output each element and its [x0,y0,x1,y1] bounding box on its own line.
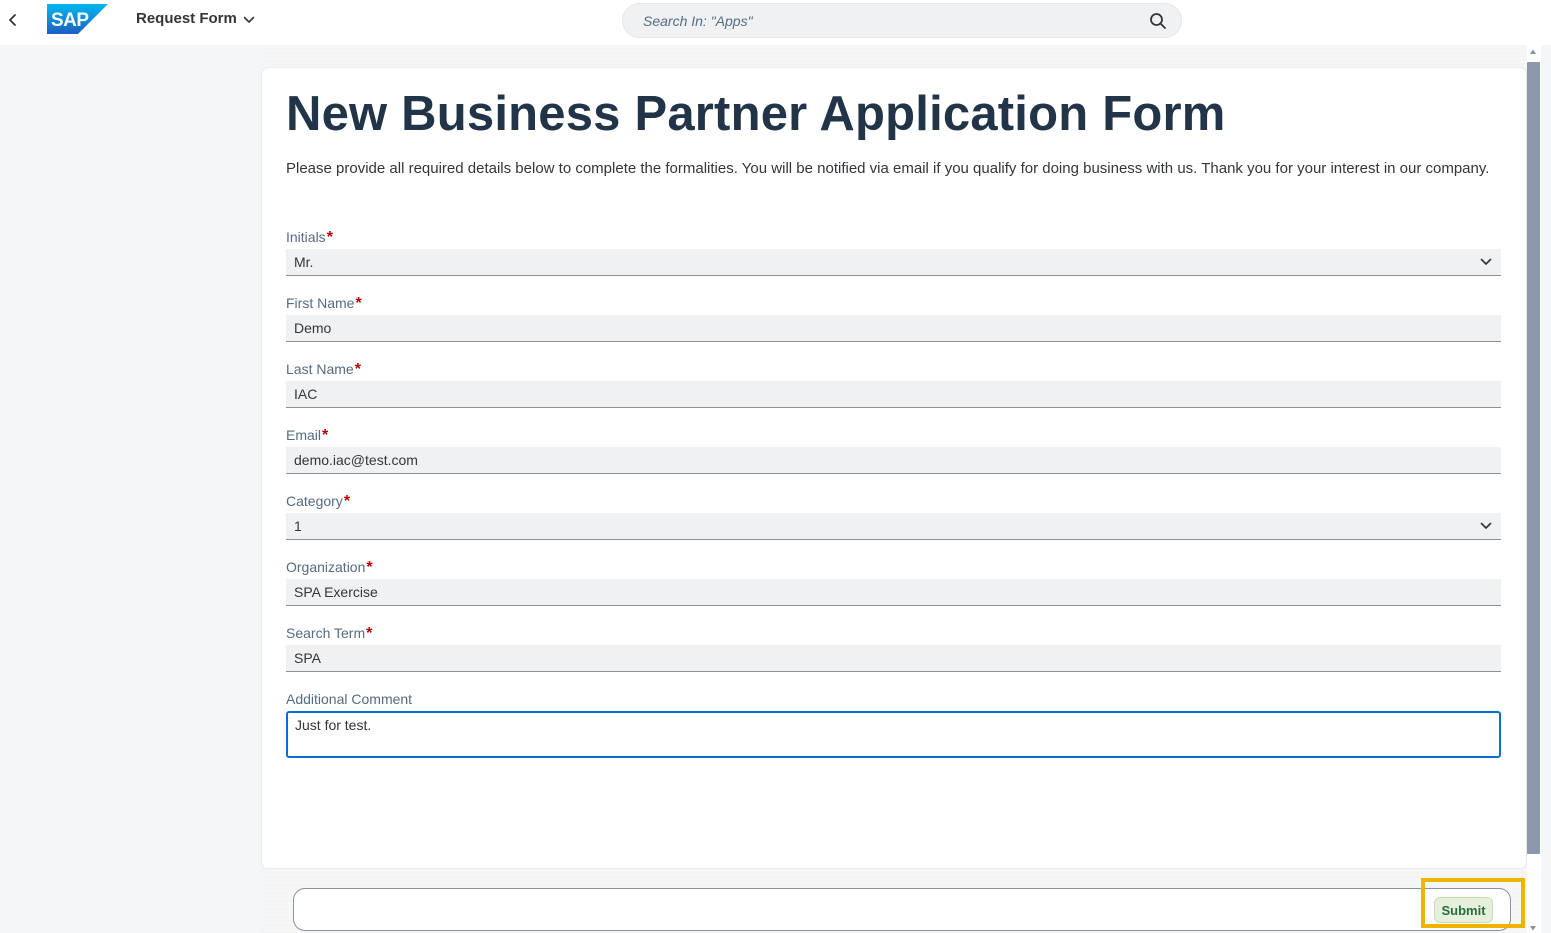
sap-logo[interactable]: SAP [47,4,108,34]
search-input[interactable] [641,11,1121,30]
page-title: New Business Partner Application Form [286,87,1226,141]
initials-value: Mr. [294,254,314,270]
chevron-left-icon [9,14,16,26]
required-marker: * [355,295,362,312]
required-marker: * [366,625,373,642]
organization-label-text: Organization [286,559,366,575]
category-label-text: Category [286,493,343,509]
additional-comment-value: Just for test. [295,717,372,733]
chevron-down-icon [243,16,255,24]
submit-button[interactable]: Submit [1434,897,1493,923]
app-title: Request Form [136,10,237,27]
last-name-label-text: Last Name [286,361,354,377]
search-term-input[interactable]: SPA [286,645,1501,672]
initials-label-text: Initials [286,229,326,245]
chevron-down-icon[interactable] [1479,255,1493,269]
additional-comment-label: Additional Comment [286,691,412,707]
email-field[interactable]: demo.iac@test.com [286,447,1501,474]
last-name-input[interactable]: IAC [286,381,1501,408]
required-marker: * [366,559,373,576]
search-term-value: SPA [294,650,321,666]
category-select[interactable]: 1 [286,513,1501,540]
last-name-value: IAC [294,386,318,402]
first-name-value: Demo [294,320,332,336]
triangle-down-icon[interactable] [1529,924,1537,932]
organization-input[interactable]: SPA Exercise [286,579,1501,606]
shell-bar: SAP Request Form [0,0,1551,45]
first-name-label-text: First Name [286,295,355,311]
back-button[interactable] [2,8,24,32]
last-name-label: Last Name* [286,361,361,379]
search-field[interactable] [622,3,1182,38]
triangle-up-icon[interactable] [1529,48,1537,56]
required-marker: * [322,427,329,444]
category-value: 1 [294,518,302,534]
email-label: Email* [286,427,328,445]
app-title-menu[interactable]: Request Form [136,10,255,27]
search-term-label: Search Term* [286,625,372,643]
footer-toolbar [293,888,1511,931]
first-name-input[interactable]: Demo [286,315,1501,342]
initials-select[interactable]: Mr. [286,249,1501,276]
search-icon[interactable] [1149,12,1167,30]
email-label-text: Email [286,427,322,443]
email-value: demo.iac@test.com [294,452,418,468]
organization-value: SPA Exercise [294,584,378,600]
organization-label: Organization* [286,559,373,577]
first-name-label: First Name* [286,295,362,313]
search-term-label-text: Search Term [286,625,366,641]
required-marker: * [326,229,333,246]
additional-comment-label-text: Additional Comment [286,691,413,707]
initials-label: Initials* [286,229,333,247]
additional-comment-textarea[interactable]: Just for test. [286,711,1501,758]
required-marker: * [343,493,351,510]
form-description: Please provide all required details belo… [286,160,1490,177]
category-label: Category* [286,493,350,511]
scrollbar-thumb[interactable] [1527,62,1540,854]
sap-logo-text: SAP [51,10,89,31]
chevron-down-icon[interactable] [1479,519,1493,533]
required-marker: * [354,361,361,378]
